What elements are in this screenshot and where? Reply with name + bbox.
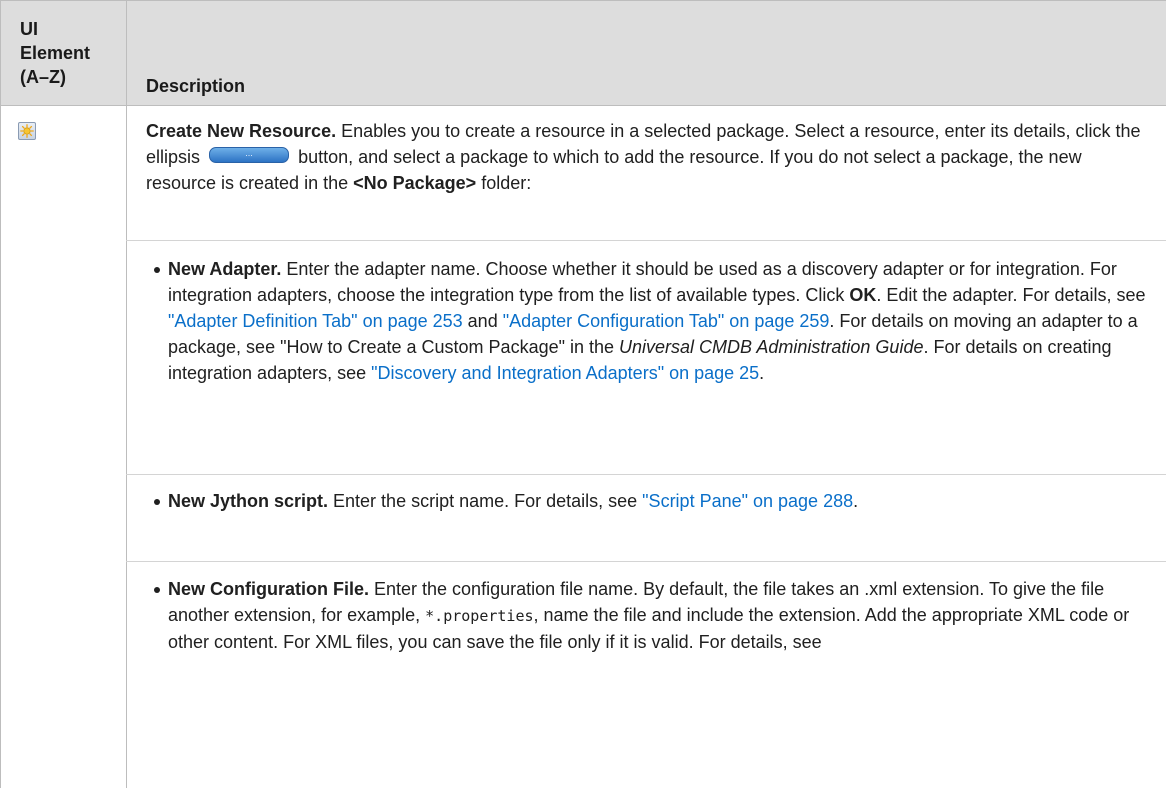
admin-guide-title: Universal CMDB Administration Guide: [619, 337, 924, 357]
row-separator: [126, 561, 1166, 562]
list-item-new-configuration-file: New Configuration File. Enter the config…: [154, 576, 1158, 655]
link-adapter-configuration-tab[interactable]: "Adapter Configuration Tab" on page 259: [503, 311, 830, 331]
list-item-new-adapter: New Adapter. Enter the adapter name. Cho…: [154, 256, 1158, 386]
table-border-left: [0, 0, 1, 788]
new-adapter-text: and: [462, 311, 503, 331]
new-jython-title: New Jython script.: [168, 491, 329, 511]
new-adapter-text: . Edit the adapter. For details, see: [876, 285, 1146, 305]
row-separator: [126, 240, 1166, 241]
properties-code: *.properties: [425, 607, 534, 625]
link-discovery-integration-adapters[interactable]: "Discovery and Integration Adapters" on …: [371, 363, 759, 383]
header-divider: [0, 105, 1166, 106]
new-adapter-title: New Adapter.: [168, 259, 282, 279]
link-adapter-definition-tab[interactable]: "Adapter Definition Tab" on page 253: [168, 311, 463, 331]
header-description: Description: [146, 76, 246, 96]
link-script-pane[interactable]: "Script Pane" on page 288: [642, 491, 853, 511]
bullet-dot: [154, 499, 160, 505]
create-new-resource-icon: [18, 122, 36, 140]
row-separator: [126, 474, 1166, 475]
row-title: Create New Resource.: [146, 121, 337, 141]
table-border-top: [0, 0, 1166, 1]
no-package-folder: <No Package>: [353, 173, 477, 193]
new-jython-text: .: [853, 491, 859, 511]
list-item-new-jython-script: New Jython script. Enter the script name…: [154, 488, 1158, 514]
new-jython-text: Enter the script name. For details, see: [328, 491, 643, 511]
row-description: Create New Resource. Enables you to crea…: [146, 118, 1146, 196]
column-divider: [126, 0, 127, 788]
ok-label: OK: [849, 285, 877, 305]
ellipsis-button: ...: [209, 147, 290, 164]
header-ui-element: UI Element (A–Z): [20, 19, 91, 87]
bullet-dot: [154, 267, 160, 273]
row-text-3: folder:: [476, 173, 532, 193]
new-adapter-text: .: [759, 363, 765, 383]
ui-elements-table: UI Element (A–Z) Description Create New …: [0, 0, 1166, 788]
bullet-dot: [154, 587, 160, 593]
new-config-title: New Configuration File.: [168, 579, 369, 599]
